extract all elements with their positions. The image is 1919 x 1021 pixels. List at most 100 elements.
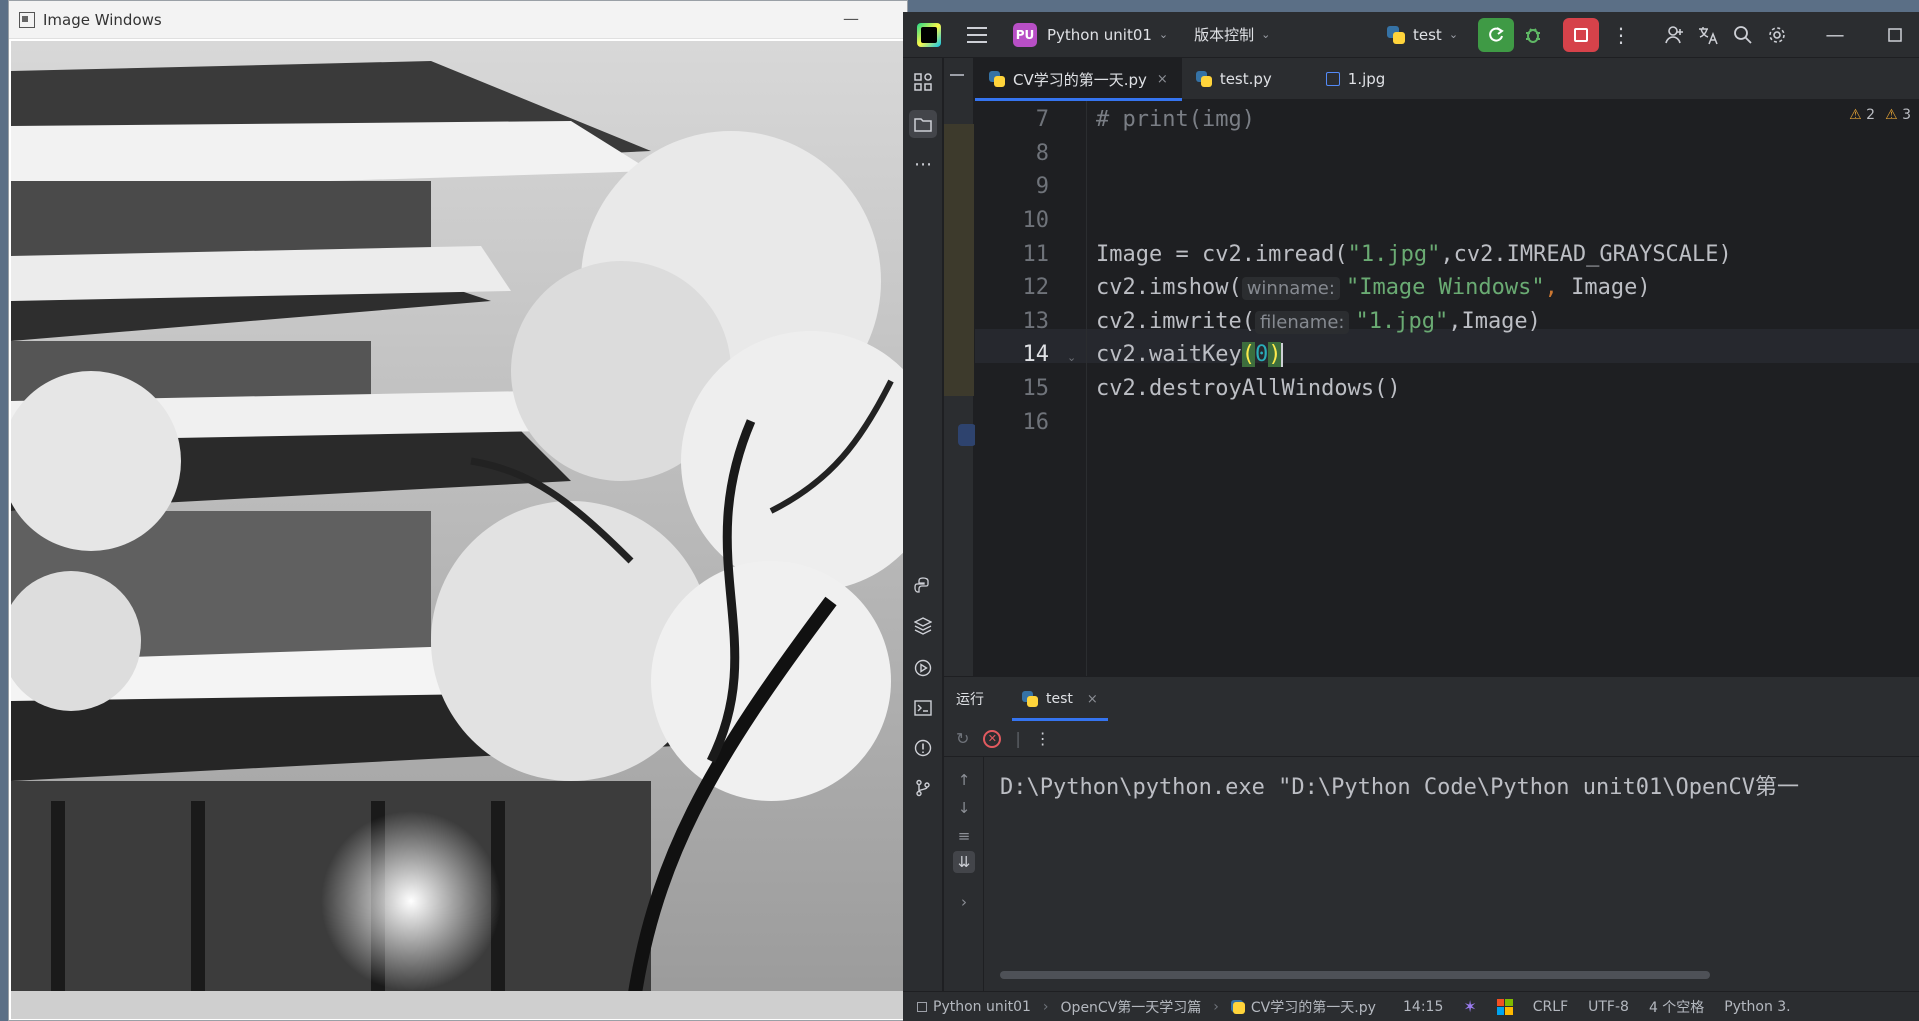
indent-setting[interactable]: 4 个空格 <box>1649 997 1704 1017</box>
services-run-icon[interactable] <box>909 654 937 682</box>
line-number: 15 <box>1022 376 1050 401</box>
rerun-icon <box>1489 27 1504 42</box>
horizontal-scrollbar[interactable] <box>1000 971 1710 979</box>
git-icon[interactable] <box>909 774 937 802</box>
breadcrumb-folder[interactable]: OpenCV第一天学习篇 <box>1061 997 1202 1017</box>
soft-wrap-icon[interactable]: ≡ <box>953 825 975 847</box>
vcs-menu[interactable]: 版本控制 ⌄ <box>1194 24 1270 45</box>
window-maximize-icon[interactable] <box>1881 21 1909 49</box>
tab-1-jpg[interactable]: 1.jpg <box>1312 58 1400 100</box>
project-tree-highlight <box>944 124 974 396</box>
code-editor[interactable]: 7 8 9 10 11 12 13 14 15 16 ⌄ # print(img… <box>975 101 1919 676</box>
scroll-to-end-icon[interactable]: ⇊ <box>953 851 975 873</box>
add-user-icon[interactable] <box>1661 21 1689 49</box>
code-line-7: # print(img) <box>1096 107 1255 132</box>
caret-position[interactable]: 14:15 <box>1403 999 1443 1015</box>
vcs-label: 版本控制 <box>1194 26 1255 44</box>
code-token: Image = cv2.imread( <box>1096 242 1348 267</box>
gear-icon[interactable] <box>1763 21 1791 49</box>
file-encoding[interactable]: UTF-8 <box>1588 999 1629 1015</box>
line-number-gutter: 7 8 9 10 11 12 13 14 15 16 ⌄ <box>975 101 1087 676</box>
code-token: ,Image) <box>1448 309 1541 334</box>
project-module-icon <box>917 1001 927 1012</box>
arrow-up-icon[interactable]: ↑ <box>953 769 975 791</box>
line-number: 16 <box>1022 410 1050 435</box>
console-output[interactable]: D:\Python\python.exe "D:\Python Code\Pyt… <box>1000 769 1799 801</box>
warning-count[interactable]: 2 <box>1849 107 1875 123</box>
close-icon[interactable]: × <box>1087 692 1098 707</box>
image-window-app-icon <box>19 11 35 28</box>
rerun-button[interactable] <box>1478 18 1514 52</box>
project-folder-icon[interactable] <box>909 110 937 138</box>
tab-cv-first-day[interactable]: CV学习的第一天.py × <box>975 58 1182 101</box>
status-bar: Python unit01 › OpenCV第一天学习篇 › CV学习的第一天.… <box>903 991 1919 1021</box>
code-token: Image) <box>1557 275 1651 300</box>
minimize-button[interactable]: — <box>843 9 859 28</box>
code-token: ,cv2.IMREAD_GRAYSCALE) <box>1440 242 1732 267</box>
image-window-titlebar[interactable]: Image Windows — <box>9 1 907 39</box>
grayscale-image <box>11 41 905 1019</box>
breadcrumb-file[interactable]: CV学习的第一天.py <box>1251 997 1376 1017</box>
breadcrumb-project[interactable]: Python unit01 <box>933 999 1031 1015</box>
window-minimize-icon[interactable]: — <box>1821 21 1849 49</box>
debug-button[interactable] <box>1515 18 1551 52</box>
python-file-icon <box>989 71 1005 87</box>
image-file-icon <box>1325 72 1340 86</box>
python-interpreter[interactable]: Python 3. <box>1724 999 1790 1015</box>
tab-test-py[interactable]: test.py <box>1182 58 1312 100</box>
code-token: cv2.waitKey <box>1096 342 1242 367</box>
line-separator[interactable]: CRLF <box>1533 999 1568 1015</box>
more-actions-icon[interactable]: ⋮ <box>1035 729 1051 748</box>
stop-icon <box>1574 28 1588 42</box>
more-actions-icon[interactable]: ⋮ <box>1603 18 1639 52</box>
code-line-15: cv2.destroyAllWindows() <box>1096 376 1401 401</box>
run-config-selector[interactable]: test ⌄ <box>1387 25 1459 44</box>
close-icon[interactable]: × <box>1157 72 1168 87</box>
code-string: "Image Windows" <box>1345 275 1545 300</box>
more-tools-icon[interactable]: ⋯ <box>909 150 937 178</box>
stop-process-icon[interactable]: ✕ <box>983 729 1002 748</box>
line-number: 14 <box>1022 342 1050 367</box>
problems-icon[interactable] <box>909 734 937 762</box>
line-number: 12 <box>1022 275 1050 300</box>
line-number: 8 <box>1035 141 1049 166</box>
image-window: Image Windows — <box>8 0 908 1021</box>
run-tab-label: test <box>1046 691 1073 707</box>
fold-icon[interactable]: ⌄ <box>1067 351 1076 364</box>
arrow-down-icon[interactable]: ↓ <box>953 797 975 819</box>
stop-button[interactable] <box>1563 18 1599 52</box>
project-badge: PU <box>1013 22 1037 47</box>
python-icon <box>1022 691 1038 707</box>
search-icon[interactable] <box>1729 21 1757 49</box>
run-config-name: test <box>1413 25 1442 44</box>
ai-assistant-icon[interactable]: ✶ <box>1463 997 1476 1016</box>
code-punctuation: , <box>1544 275 1558 300</box>
run-toolbar: ↻ ✕ | ⋮ <box>944 721 1919 757</box>
line-number: 13 <box>1022 309 1050 334</box>
expand-chevron-icon[interactable]: › <box>953 891 975 913</box>
code-token: cv2.imwrite( <box>1096 309 1255 334</box>
left-tool-strip: ⋯ <box>903 58 943 991</box>
layers-icon[interactable] <box>909 612 937 640</box>
main-menu-icon[interactable] <box>967 26 987 43</box>
inspection-widget[interactable]: 2 3 <box>1849 107 1911 123</box>
weak-warning-count[interactable]: 3 <box>1885 107 1911 123</box>
status-right: 14:15 ✶ CRLF UTF-8 4 个空格 Python 3. <box>1403 997 1791 1017</box>
chevron-down-icon: ⌄ <box>1448 28 1459 41</box>
collapse-panel-icon[interactable] <box>950 74 964 76</box>
project-switcher[interactable]: PU Python unit01 ⌄ <box>1013 22 1168 47</box>
parameter-hint: winname: <box>1241 277 1340 300</box>
translate-icon[interactable] <box>1695 21 1723 49</box>
line-number: 9 <box>1035 174 1049 199</box>
breadcrumb-separator: › <box>1042 998 1049 1015</box>
bug-icon <box>1526 28 1540 43</box>
structure-icon[interactable] <box>909 68 937 96</box>
rerun-icon[interactable]: ↻ <box>956 729 969 748</box>
code-token: cv2.destroyAllWindows() <box>1096 376 1401 401</box>
run-tab-test[interactable]: test × <box>1012 677 1108 721</box>
run-tabs: 运行 test × <box>944 677 1919 721</box>
python-icon <box>1387 25 1405 44</box>
python-console-icon[interactable] <box>909 572 937 600</box>
terminal-icon[interactable] <box>909 694 937 722</box>
editor-tabs: CV学习的第一天.py × test.py 1.jpg <box>975 58 1919 101</box>
